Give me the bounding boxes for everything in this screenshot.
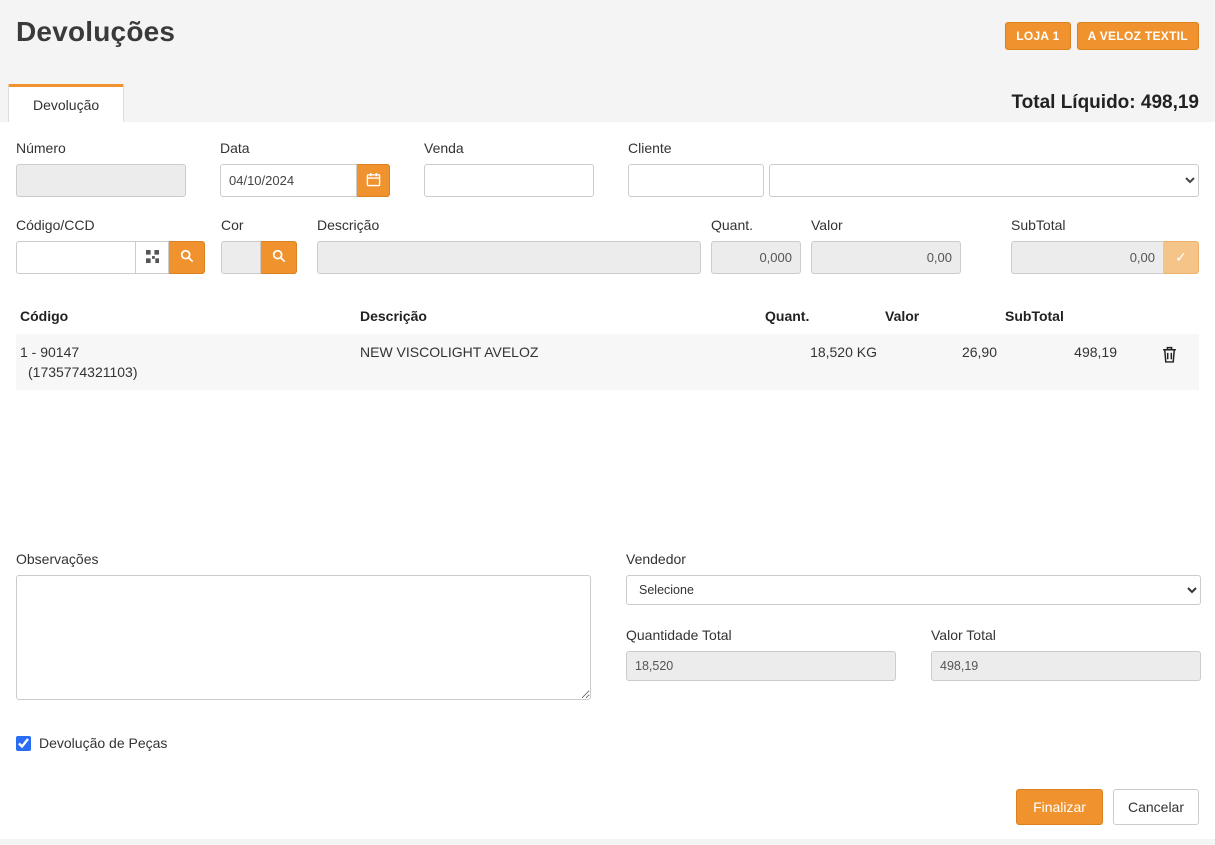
- delete-item-button[interactable]: [1160, 344, 1179, 368]
- footer-actions: Finalizar Cancelar: [0, 775, 1215, 845]
- tab-devolucao[interactable]: Devolução: [8, 84, 124, 122]
- page-header: Devoluções LOJA 1 A VELOZ TEXTIL: [0, 0, 1215, 82]
- valor-input: [811, 241, 961, 274]
- col-header-subtotal: SubTotal: [1001, 300, 1121, 334]
- cell-quant: 18,520 KG: [761, 334, 881, 390]
- main-content: Número Data Venda Cliente: [0, 122, 1215, 751]
- item-codigo: 1 - 90147: [20, 344, 79, 360]
- cliente-input[interactable]: [628, 164, 764, 197]
- codigo-ccd-label: Código/CCD: [16, 217, 205, 233]
- form-row-1: Número Data Venda Cliente: [16, 140, 1199, 197]
- devolucao-pecas-checkbox[interactable]: [16, 736, 31, 751]
- total-liquido-label: Total Líquido: 498,19: [1011, 92, 1199, 122]
- data-input[interactable]: [220, 164, 357, 197]
- vendedor-label: Vendedor: [626, 551, 1201, 567]
- valor-total-input: [931, 651, 1201, 681]
- badge-loja-1[interactable]: LOJA 1: [1005, 22, 1070, 50]
- page-title: Devoluções: [16, 16, 175, 48]
- cancelar-button[interactable]: Cancelar: [1113, 789, 1199, 825]
- venda-label: Venda: [424, 140, 594, 156]
- valor-label: Valor: [811, 217, 961, 233]
- valor-total-label: Valor Total: [931, 627, 1201, 643]
- cliente-select[interactable]: [769, 164, 1199, 197]
- col-header-codigo: Código: [16, 300, 356, 334]
- codigo-search-button[interactable]: [169, 241, 205, 274]
- cor-search-button[interactable]: [261, 241, 297, 274]
- devolucao-pecas-label: Devolução de Peças: [39, 735, 167, 751]
- header-badges: LOJA 1 A VELOZ TEXTIL: [1005, 22, 1199, 50]
- devolucao-pecas-row: Devolução de Peças: [16, 735, 1199, 751]
- observacoes-label: Observações: [16, 551, 591, 567]
- descricao-label: Descrição: [317, 217, 701, 233]
- finalizar-button[interactable]: Finalizar: [1016, 789, 1103, 825]
- cor-input: [221, 241, 261, 274]
- col-header-descricao: Descrição: [356, 300, 761, 334]
- barcode-button[interactable]: [136, 241, 169, 274]
- quant-input: [711, 241, 801, 274]
- table-row: 1 - 90147 (1735774321103) NEW VISCOLIGHT…: [16, 334, 1199, 390]
- confirm-item-button[interactable]: ✓: [1164, 241, 1199, 274]
- item-codigo-barcode: (1735774321103): [20, 364, 352, 380]
- cell-valor: 26,90: [881, 334, 1001, 390]
- calendar-icon: [366, 172, 381, 190]
- quantidade-total-input: [626, 651, 896, 681]
- quant-label: Quant.: [711, 217, 801, 233]
- items-table: Código Descrição Quant. Valor SubTotal 1…: [16, 300, 1199, 390]
- check-icon: ✓: [1175, 249, 1187, 266]
- cell-codigo: 1 - 90147 (1735774321103): [16, 334, 356, 390]
- calendar-button[interactable]: [357, 164, 390, 197]
- numero-label: Número: [16, 140, 186, 156]
- col-header-valor: Valor: [881, 300, 1001, 334]
- items-table-header-row: Código Descrição Quant. Valor SubTotal: [16, 300, 1199, 334]
- search-icon: [180, 249, 194, 266]
- search-icon: [272, 249, 286, 266]
- lower-section: Observações Vendedor Selecione Quantidad…: [16, 551, 1199, 705]
- cell-descricao: NEW VISCOLIGHT AVELOZ: [356, 334, 761, 390]
- codigo-ccd-input[interactable]: [16, 241, 136, 274]
- badge-company[interactable]: A VELOZ TEXTIL: [1077, 22, 1199, 50]
- subtotal-input: [1011, 241, 1164, 274]
- tab-strip: Devolução Total Líquido: 498,19: [0, 82, 1215, 122]
- col-header-action: [1121, 300, 1199, 334]
- cell-action: [1121, 334, 1199, 390]
- cell-subtotal: 498,19: [1001, 334, 1121, 390]
- cliente-label: Cliente: [628, 140, 1199, 156]
- vendedor-select[interactable]: Selecione: [626, 575, 1201, 605]
- descricao-input: [317, 241, 701, 274]
- barcode-icon: [146, 250, 159, 266]
- col-header-quant: Quant.: [761, 300, 881, 334]
- venda-input[interactable]: [424, 164, 594, 197]
- quantidade-total-label: Quantidade Total: [626, 627, 896, 643]
- numero-input: [16, 164, 186, 197]
- observacoes-textarea[interactable]: [16, 575, 591, 700]
- form-row-2: Código/CCD Cor: [16, 217, 1199, 274]
- cor-label: Cor: [221, 217, 297, 233]
- data-label: Data: [220, 140, 390, 156]
- subtotal-label: SubTotal: [1011, 217, 1199, 233]
- trash-icon: [1162, 351, 1177, 366]
